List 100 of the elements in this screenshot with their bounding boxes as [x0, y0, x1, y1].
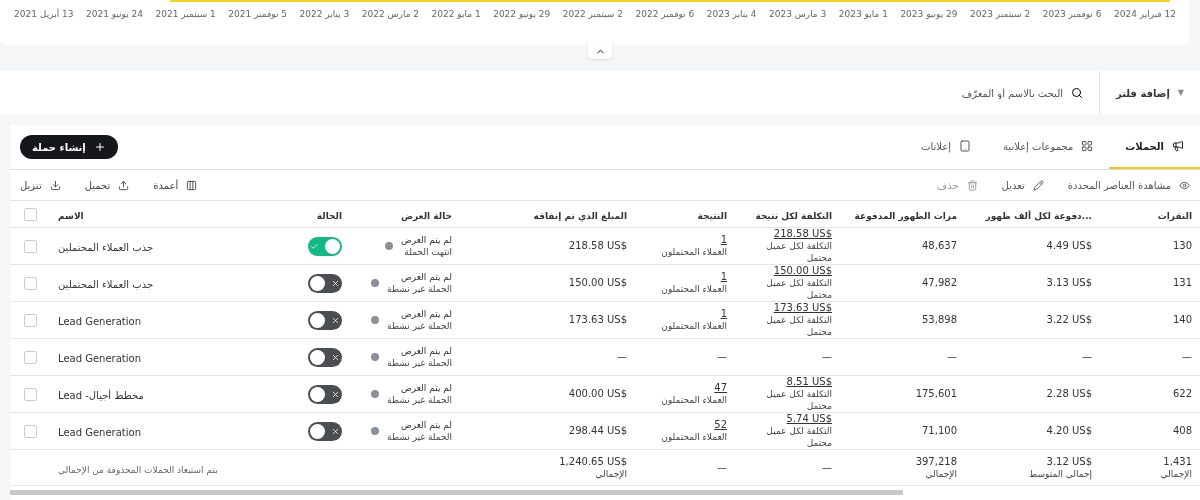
- axis-label: 5 نوفمبر 2021: [228, 8, 287, 21]
- checkbox[interactable]: [23, 350, 37, 364]
- check-icon: [310, 241, 319, 251]
- value-caption: إجمالي المتوسط: [1029, 467, 1092, 480]
- toolbar-button[interactable]: أعمدة: [153, 177, 198, 193]
- toggle-switch[interactable]: [308, 347, 342, 367]
- axis-label: 4 يناير 2023: [706, 8, 757, 21]
- delivery-caption: انتهت الحملة: [403, 246, 452, 258]
- total-value: —: [822, 461, 832, 474]
- toggle-switch[interactable]: [308, 273, 342, 293]
- value-caption: التكلفة لكل عميل محتمل: [765, 388, 832, 412]
- table-cell: 622: [1172, 388, 1192, 400]
- add-filter-button[interactable]: ▼ إضافة فلتر: [1098, 71, 1200, 115]
- value-link[interactable]: 47: [714, 382, 727, 394]
- value-caption: التكلفة لكل عميل محتمل: [765, 277, 832, 301]
- value-caption: التكلفة لكل عميل محتمل: [765, 314, 832, 338]
- checkbox[interactable]: [23, 387, 37, 401]
- table-cell: 131: [1172, 277, 1192, 289]
- table-cell: 408: [1172, 425, 1192, 437]
- axis-label: 2 مارس 2022: [361, 8, 420, 21]
- grid-icon: [1081, 140, 1094, 152]
- value-caption: العملاء المحتملون: [661, 283, 727, 295]
- campaign-name[interactable]: Lead Generation: [58, 353, 141, 364]
- delivery-caption: الحملة غير نشطة: [387, 431, 452, 443]
- tab[interactable]: إعلانات: [905, 125, 987, 169]
- megaphone-icon: [1172, 140, 1184, 152]
- collapse-button[interactable]: [588, 43, 612, 59]
- table-cell: 218.58 US$: [568, 240, 627, 252]
- column-header: المبلغ الذي تم إنفاقه: [533, 211, 627, 221]
- delivery-caption: الحملة غير نشطة: [387, 283, 452, 295]
- table-cell: 140: [1172, 314, 1192, 326]
- toggle-switch[interactable]: [308, 310, 342, 330]
- value-caption: العملاء المحتملون: [661, 431, 727, 443]
- action-button[interactable]: تعديل: [1001, 177, 1044, 193]
- x-icon: [331, 426, 340, 436]
- table-cell: 298.44 US$: [568, 425, 627, 437]
- delivery-status: لم يتم العرض: [399, 271, 452, 283]
- axis-label: 2 سبتمبر 2023: [970, 8, 1031, 21]
- value-caption: التكلفة لكل عميل محتمل: [765, 425, 832, 449]
- toggle-switch[interactable]: [308, 236, 342, 256]
- x-icon: [331, 352, 340, 362]
- x-icon: [331, 278, 340, 288]
- search-icon: [1070, 87, 1083, 99]
- value-link[interactable]: 218.58 US$: [773, 228, 832, 240]
- scrollbar[interactable]: [10, 490, 903, 495]
- table-cell: 4.20 US$: [1046, 425, 1092, 437]
- action-button[interactable]: مشاهدة العناصر المحددة: [1067, 177, 1190, 193]
- value-link[interactable]: 1: [720, 234, 727, 246]
- delivery-status: لم يتم العرض: [400, 234, 452, 246]
- toggle-switch[interactable]: [308, 421, 342, 441]
- toggle-switch[interactable]: [308, 384, 342, 404]
- table-cell: —: [947, 351, 957, 363]
- column-header: الاسم: [58, 211, 84, 221]
- delivery-status: لم يتم العرض: [399, 308, 452, 320]
- total-value: 1,431: [1163, 455, 1192, 468]
- table-cell: 175,601: [915, 388, 957, 400]
- checkbox[interactable]: [23, 276, 37, 290]
- axis-label: 13 أبريل 2021: [14, 8, 74, 21]
- table-cell: 400.00 US$: [568, 388, 627, 400]
- axis-label: 3 يناير 2022: [299, 8, 350, 21]
- table-cell: 48,637: [922, 240, 957, 252]
- table-cell: 130: [1172, 240, 1192, 252]
- tab[interactable]: مجموعات إعلانية: [987, 125, 1110, 169]
- toolbar-button[interactable]: تنزيل: [20, 177, 61, 193]
- axis-label: 1 مايو 2022: [431, 8, 481, 21]
- campaign-name[interactable]: جذب العملاء المحتملين: [58, 242, 154, 253]
- value-link[interactable]: 150.00 US$: [773, 265, 832, 277]
- table-cell: 3.13 US$: [1046, 277, 1092, 289]
- axis-label: 3 مارس 2023: [769, 8, 827, 21]
- checkbox[interactable]: [23, 313, 37, 327]
- toolbar-button[interactable]: تحميل: [84, 177, 130, 193]
- delivery-caption: الحملة غير نشطة: [387, 394, 452, 406]
- value-caption: التكلفة لكل عميل محتمل: [765, 240, 832, 264]
- table-cell: —: [717, 351, 727, 363]
- value-caption: العملاء المحتملون: [661, 394, 727, 406]
- checkbox[interactable]: [23, 239, 37, 253]
- value-link[interactable]: 8.51 US$: [786, 376, 832, 388]
- value-link[interactable]: 1: [720, 271, 727, 283]
- campaign-name[interactable]: Lead Generation: [58, 427, 141, 438]
- create-campaign-button[interactable]: إنشاء حملة: [20, 135, 118, 159]
- value-link[interactable]: 52: [714, 419, 727, 431]
- table-cell: —: [822, 351, 832, 363]
- axis-label: 6 نوفمبر 2022: [635, 8, 695, 21]
- table-cell: 173.63 US$: [568, 314, 627, 326]
- column-header: النتيجة: [697, 211, 727, 221]
- campaign-name[interactable]: مخطط أجيال- Lead: [58, 390, 144, 401]
- campaign-name[interactable]: جذب العملاء المحتملين: [58, 279, 154, 290]
- campaign-name[interactable]: Lead Generation: [58, 316, 141, 327]
- value-link[interactable]: 5.74 US$: [786, 413, 832, 425]
- column-header: حالة العرض: [400, 211, 452, 221]
- delivery-status: لم يتم العرض: [399, 345, 452, 357]
- axis-label: 1 مايو 2023: [838, 8, 888, 21]
- value-caption: العملاء المحتملون: [661, 320, 727, 332]
- tab[interactable]: الحملات: [1109, 125, 1200, 169]
- checkbox[interactable]: [23, 207, 37, 221]
- table-cell: 3.22 US$: [1046, 314, 1092, 326]
- checkbox[interactable]: [23, 424, 37, 438]
- value-link[interactable]: 173.63 US$: [773, 302, 832, 314]
- value-link[interactable]: 1: [720, 308, 727, 320]
- upload-icon: [118, 179, 130, 191]
